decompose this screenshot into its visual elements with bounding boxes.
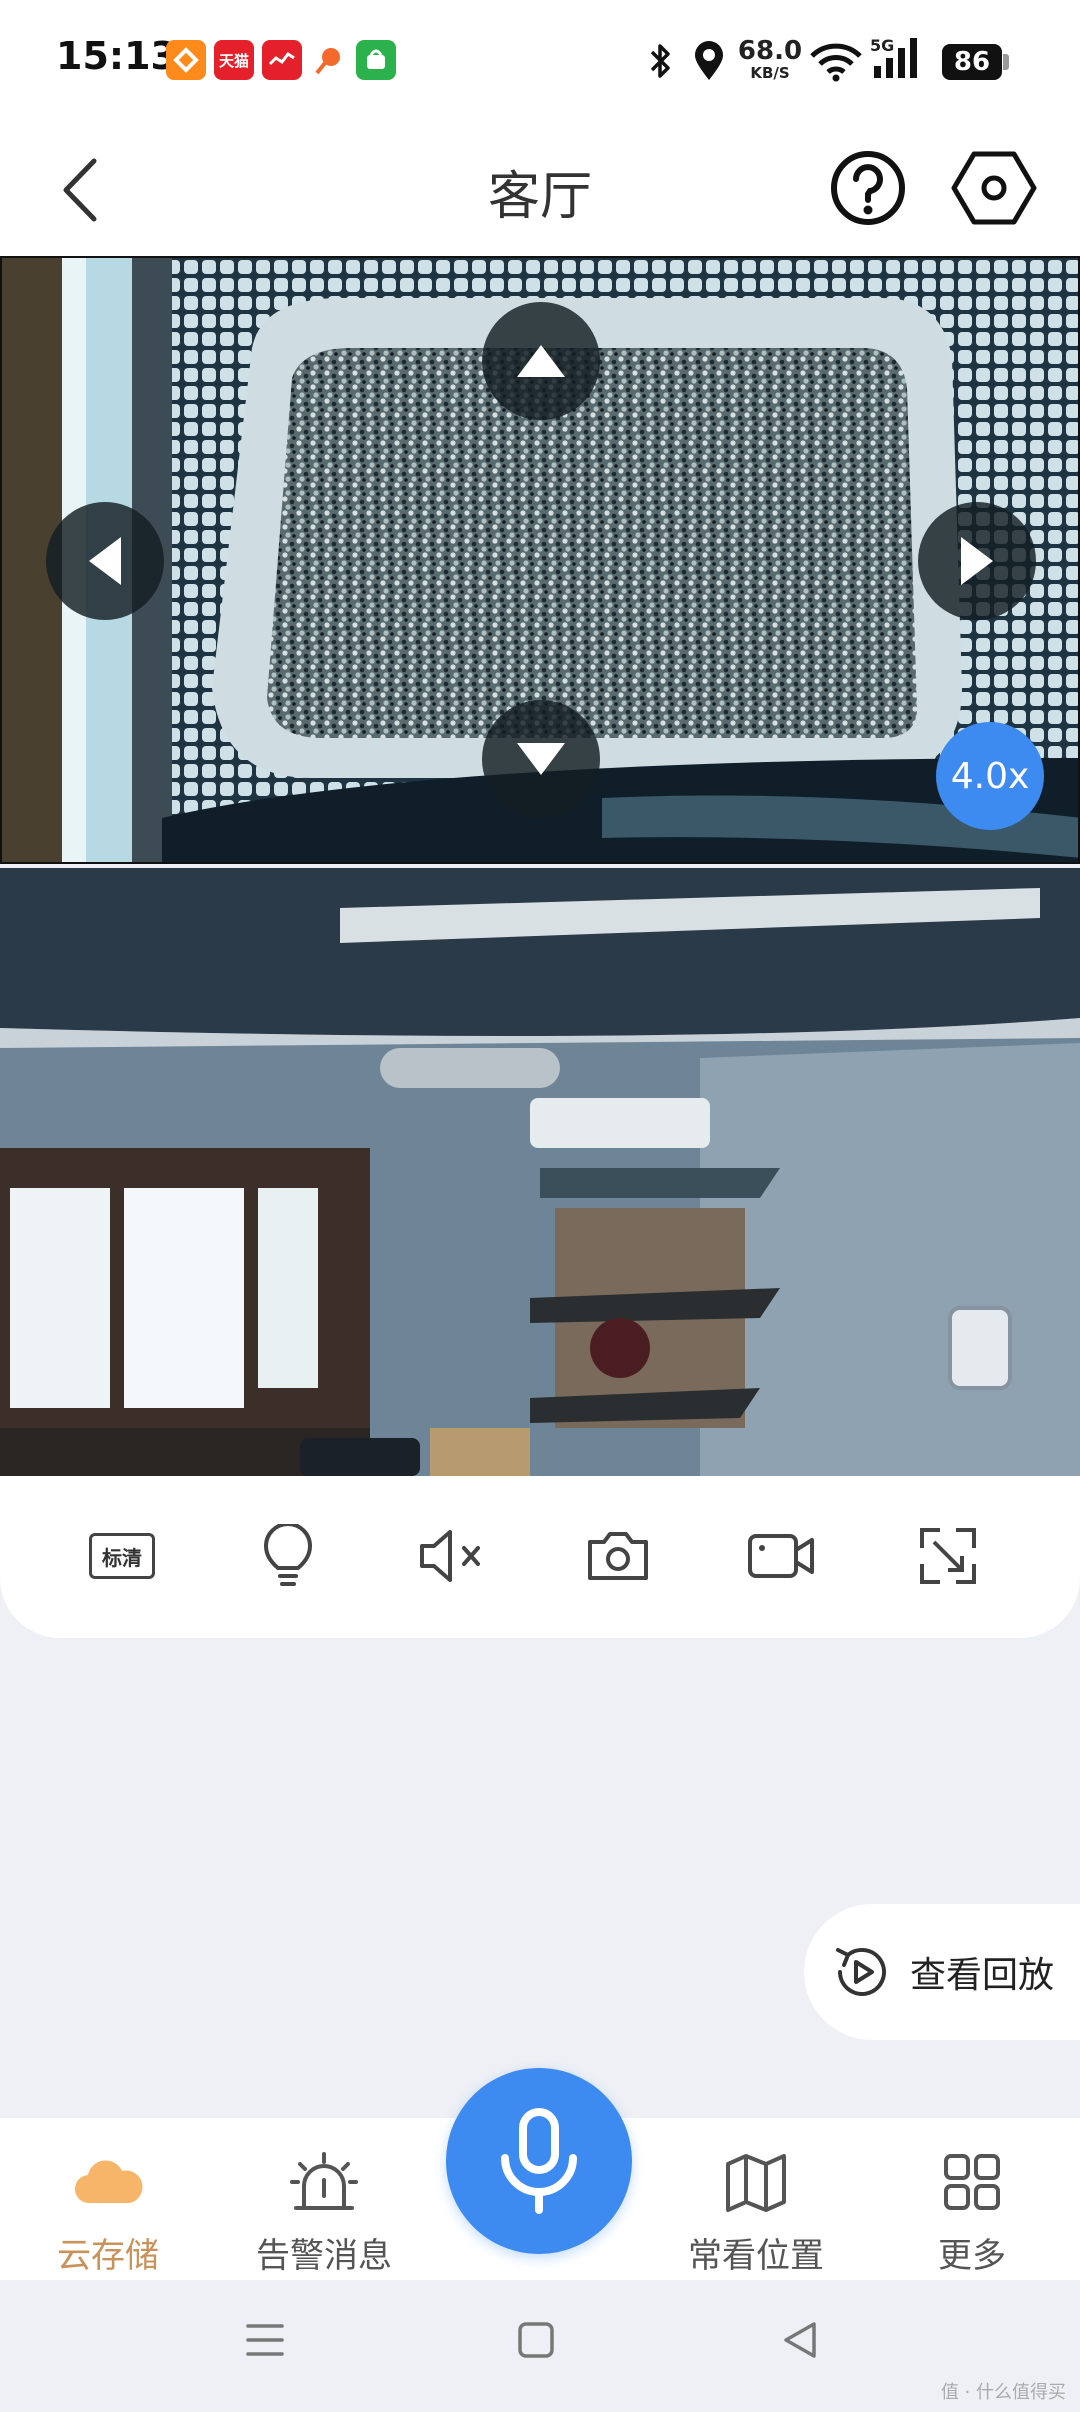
help-button[interactable] <box>826 146 910 230</box>
ptz-left-button[interactable] <box>46 502 164 620</box>
fullscreen-icon <box>920 1528 976 1584</box>
quality-label: 标清 <box>89 1533 155 1579</box>
tab-more[interactable]: 更多 <box>872 2130 1072 2280</box>
playback-controls: 标清 <box>0 1476 1080 1638</box>
tmall-icon: 天猫 <box>214 40 254 80</box>
settings-button[interactable] <box>950 146 1038 230</box>
talk-button[interactable] <box>446 2068 632 2254</box>
mute-icon <box>420 1530 480 1582</box>
battery-indicator: 86 <box>942 44 1002 80</box>
menu-nav-button[interactable] <box>244 2320 286 2364</box>
status-bar: 15:13 天猫 68.0 KB/S 5G 86 <box>0 0 1080 120</box>
light-button[interactable] <box>238 1506 338 1606</box>
tab-more-label: 更多 <box>938 2236 1006 2276</box>
settings-icon <box>951 151 1037 225</box>
battery-tip <box>1003 54 1009 70</box>
home-square-icon <box>518 2322 554 2358</box>
network-type-label: 5G <box>870 36 895 55</box>
tab-cloud-storage-label: 云存储 <box>57 2236 159 2276</box>
tab-frequent-positions-label: 常看位置 <box>688 2236 824 2276</box>
alarm-icon <box>284 2142 364 2222</box>
view-playback-label: 查看回放 <box>910 1955 1055 1996</box>
ptz-up-button[interactable] <box>482 302 600 420</box>
tab-alarm-messages-label: 告警消息 <box>256 2236 392 2276</box>
replay-icon <box>830 1940 894 2004</box>
light-icon <box>264 1524 312 1586</box>
app-header: 客厅 <box>0 120 1080 256</box>
snapshot-button[interactable] <box>568 1506 668 1606</box>
cellular-signal-icon: 5G <box>870 36 930 88</box>
network-speed-value: 68.0 <box>737 36 803 66</box>
fullscreen-button[interactable] <box>898 1506 998 1606</box>
ptz-down-button[interactable] <box>482 700 600 818</box>
room-camera-image <box>0 868 1080 1476</box>
grid-icon <box>932 2142 1012 2222</box>
taobao-icon <box>166 40 206 80</box>
cloud-icon <box>68 2142 148 2222</box>
video-record-icon <box>748 1534 814 1578</box>
wifi-icon <box>810 42 862 86</box>
watermark: 值 · 什么值得买 <box>940 2382 1066 2403</box>
system-navigation-bar: 值 · 什么值得买 <box>0 2280 1080 2412</box>
network-speed: 68.0 KB/S <box>736 38 804 81</box>
mute-button[interactable] <box>402 1506 502 1606</box>
tmall-label: 天猫 <box>218 51 249 70</box>
quality-button[interactable]: 标清 <box>72 1506 172 1606</box>
app-icon <box>262 40 302 80</box>
camera-icon <box>588 1532 648 1580</box>
home-nav-button[interactable] <box>516 2320 556 2364</box>
page-title: 客厅 <box>487 167 592 227</box>
map-icon <box>716 2142 796 2222</box>
record-button[interactable] <box>732 1506 832 1606</box>
app-icon <box>308 40 348 80</box>
microphone-icon <box>501 2108 577 2214</box>
bluetooth-icon <box>646 40 674 86</box>
app-icon <box>356 40 396 80</box>
arrow-right-icon <box>961 537 993 585</box>
tab-cloud-storage[interactable]: 云存储 <box>8 2130 208 2280</box>
location-icon <box>692 40 726 86</box>
arrow-down-icon <box>517 743 565 775</box>
zoom-level-badge[interactable]: 4.0x <box>936 722 1044 830</box>
back-nav-button[interactable] <box>780 2318 820 2366</box>
wide-camera-view[interactable] <box>0 868 1080 1476</box>
back-triangle-icon <box>784 2322 816 2358</box>
menu-icon <box>246 2324 284 2356</box>
help-icon <box>831 151 905 225</box>
arrow-left-icon <box>89 537 121 585</box>
view-playback-button[interactable]: 查看回放 <box>804 1904 1080 2040</box>
arrow-up-icon <box>517 345 565 377</box>
ptz-right-button[interactable] <box>918 502 1036 620</box>
tab-frequent-positions[interactable]: 常看位置 <box>656 2130 856 2280</box>
ptz-camera-view[interactable] <box>0 256 1080 864</box>
network-speed-unit: KB/S <box>750 64 790 82</box>
status-time: 15:13 <box>56 34 177 78</box>
tab-alarm-messages[interactable]: 告警消息 <box>224 2130 424 2280</box>
